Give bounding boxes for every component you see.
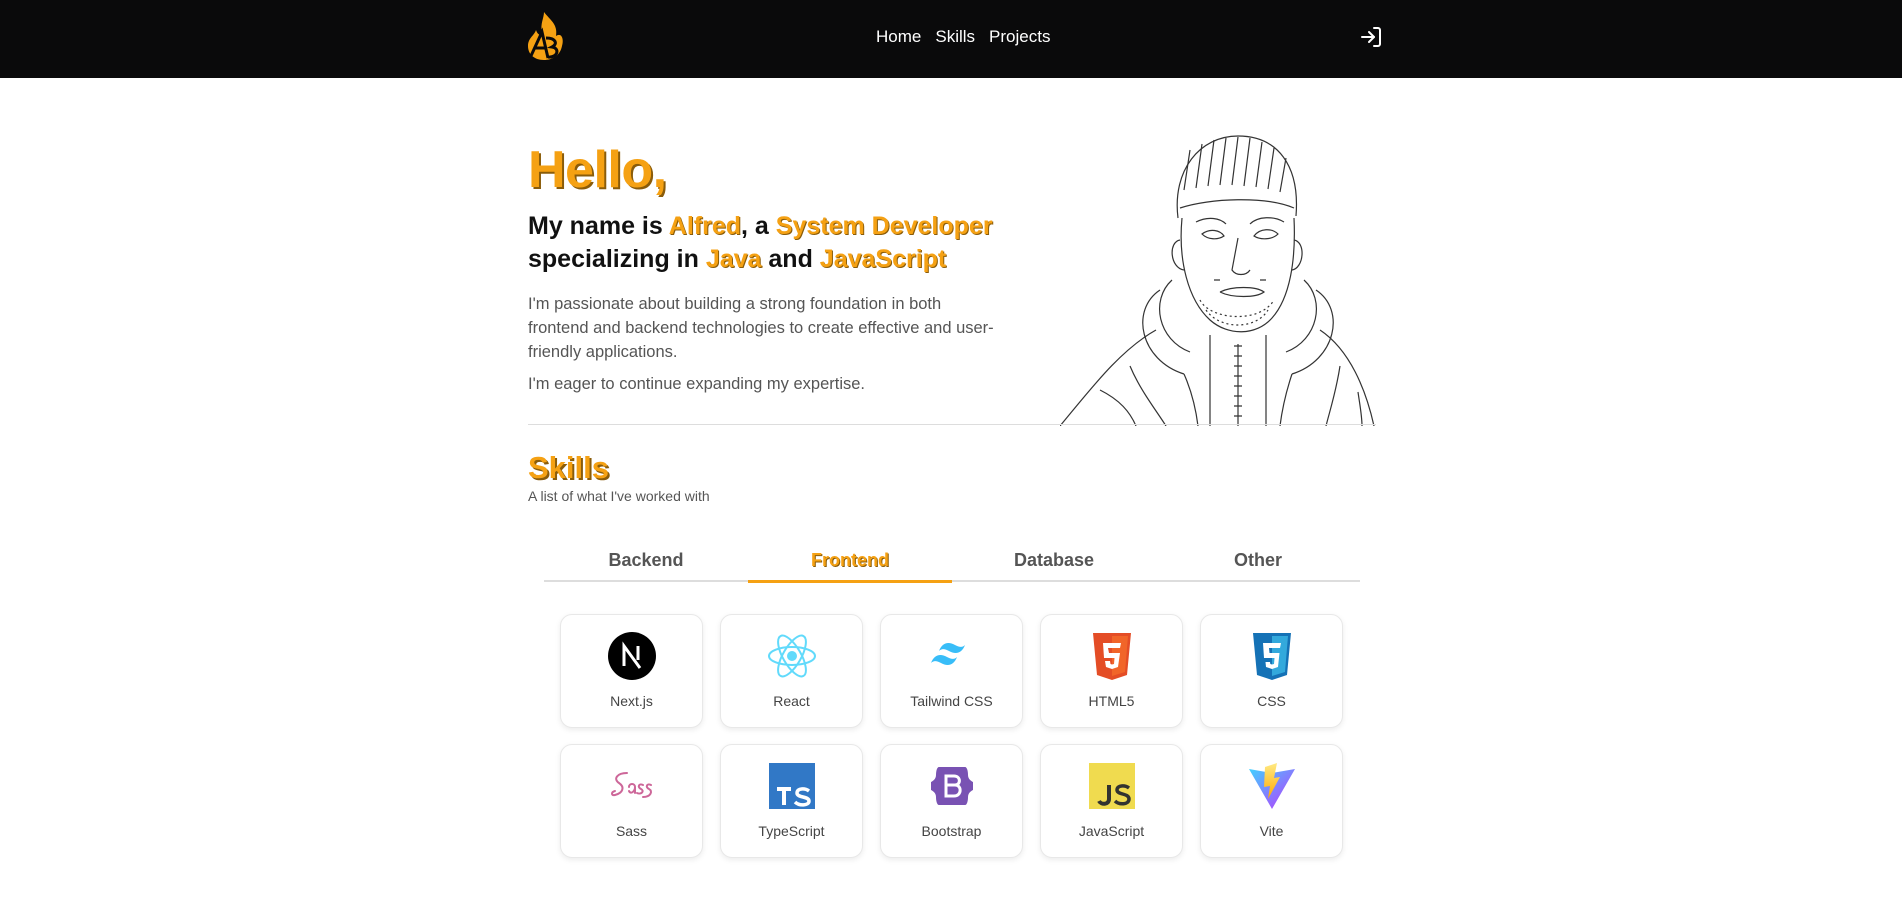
skill-label: Sass	[615, 823, 648, 839]
skill-label: Tailwind CSS	[910, 693, 993, 709]
skill-card-bootstrap[interactable]: Bootstrap	[880, 744, 1023, 858]
headline-text: specializing in	[528, 245, 706, 273]
nav-link-home[interactable]: Home	[876, 27, 921, 47]
javascript-icon	[1088, 763, 1135, 809]
css-icon	[1252, 633, 1291, 680]
hero-greeting: Hello,	[528, 141, 667, 199]
login-icon[interactable]	[1359, 25, 1383, 49]
tailwind-icon	[930, 643, 965, 665]
typescript-icon	[768, 763, 815, 809]
hero-lang-javascript: JavaScript	[819, 245, 947, 273]
skill-label: JavaScript	[1078, 823, 1145, 839]
hero-lang-java: Java	[705, 245, 762, 273]
html5-icon	[1092, 633, 1131, 680]
nav-links: Home Skills Projects	[876, 27, 1050, 47]
skill-card-typescript[interactable]: TypeScript	[720, 744, 863, 858]
navbar: Home Skills Projects	[0, 0, 1902, 78]
headline-text: , a	[741, 212, 776, 240]
tab-database[interactable]: Database	[952, 542, 1156, 580]
skill-label: Bootstrap	[921, 823, 982, 839]
hero-role: System Developer	[775, 212, 993, 240]
nextjs-icon	[607, 632, 656, 680]
tab-backend[interactable]: Backend	[544, 542, 748, 580]
hero-description: I'm passionate about building a strong f…	[528, 295, 994, 361]
flame-logo-icon[interactable]	[524, 10, 566, 62]
nav-link-projects[interactable]: Projects	[989, 27, 1050, 47]
skills-tabs: Backend Frontend Database Other	[544, 542, 1360, 583]
react-icon	[767, 634, 816, 678]
tab-other[interactable]: Other	[1156, 542, 1360, 580]
skill-label: CSS	[1257, 693, 1286, 709]
skill-card-nextjs[interactable]: Next.js	[560, 614, 703, 728]
skills-title: Skills	[528, 450, 609, 485]
hero-name: Alfred	[668, 212, 742, 240]
skill-card-html5[interactable]: HTML5	[1040, 614, 1183, 728]
skill-card-vite[interactable]: Vite	[1200, 744, 1343, 858]
bootstrap-icon	[930, 767, 973, 805]
skill-label: Vite	[1259, 823, 1284, 839]
skill-label: TypeScript	[758, 823, 825, 839]
skill-label: React	[773, 693, 810, 709]
skill-card-tailwind[interactable]: Tailwind CSS	[880, 614, 1023, 728]
skills-grid: Next.js React Tailwind CSS HTML5 CSS Sas…	[560, 614, 1346, 858]
skills-subtitle: A list of what I've worked with	[528, 488, 710, 504]
skill-card-javascript[interactable]: JavaScript	[1040, 744, 1183, 858]
tab-frontend[interactable]: Frontend	[748, 542, 952, 583]
hero-section: Hello, My name is Alfred, a System Devel…	[528, 140, 1028, 396]
vite-icon	[1248, 763, 1295, 809]
sass-icon	[610, 772, 652, 798]
hero-headline: My name is Alfred, a System Developer sp…	[528, 210, 1028, 276]
hero-description-2: I'm eager to continue expanding my exper…	[528, 375, 866, 393]
nav-link-skills[interactable]: Skills	[935, 27, 975, 47]
skill-label: HTML5	[1088, 693, 1135, 709]
headline-text: My name is	[528, 212, 669, 240]
portrait-illustration	[1060, 135, 1375, 426]
hero-divider	[528, 424, 1376, 425]
skill-label: Next.js	[610, 693, 653, 709]
skill-card-css[interactable]: CSS	[1200, 614, 1343, 728]
skill-card-react[interactable]: React	[720, 614, 863, 728]
skill-card-sass[interactable]: Sass	[560, 744, 703, 858]
headline-text: and	[761, 245, 820, 273]
